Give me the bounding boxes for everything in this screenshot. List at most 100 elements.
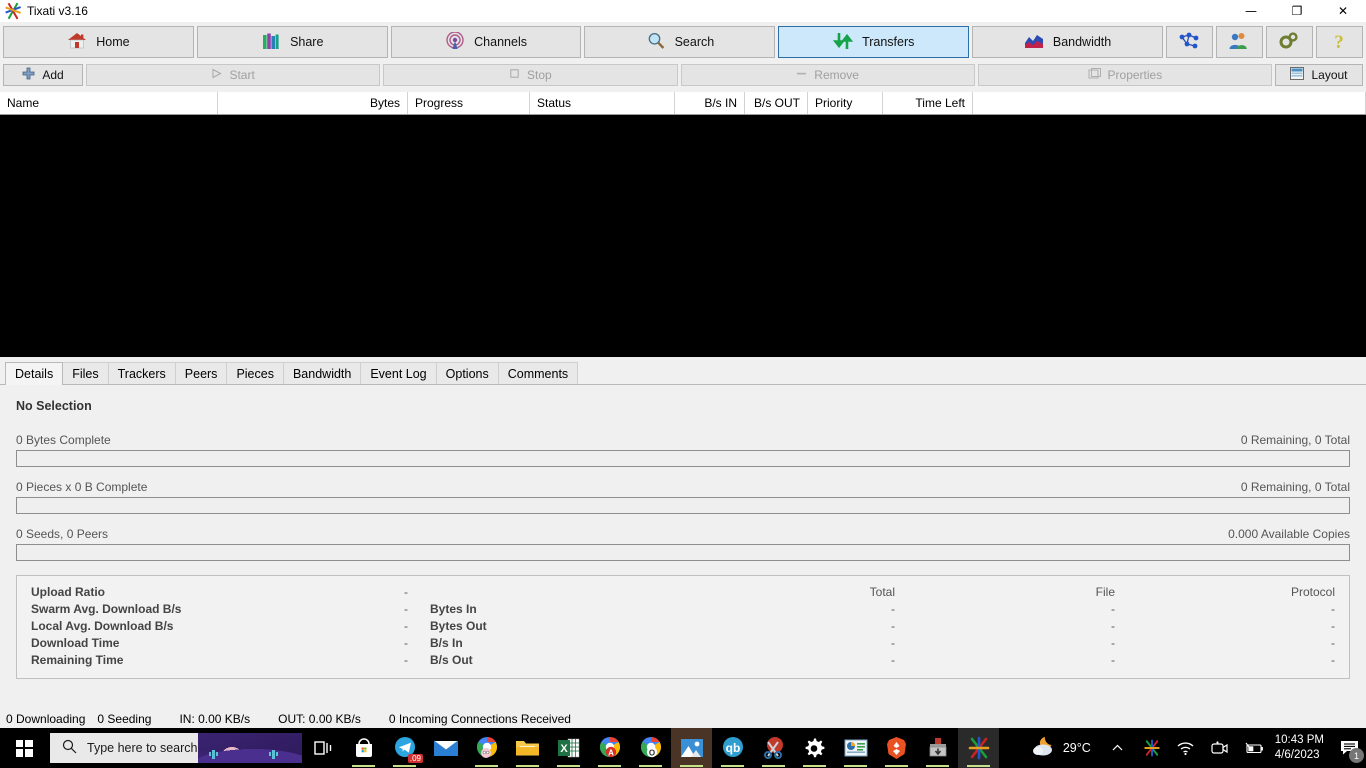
toolbar-button-users[interactable] bbox=[1215, 26, 1263, 58]
notifications-icon[interactable]: 1 bbox=[1332, 728, 1366, 768]
layout-button[interactable]: Layout bbox=[1275, 64, 1363, 86]
toolbar-button-bandwidth[interactable]: Bandwidth bbox=[972, 26, 1163, 58]
svg-text:qb: qb bbox=[725, 741, 740, 755]
toolbar-button-channels[interactable]: Channels bbox=[390, 26, 582, 58]
presentation-icon[interactable] bbox=[835, 728, 876, 768]
wifi-icon[interactable] bbox=[1175, 737, 1197, 759]
toolbar-label-share: Share bbox=[290, 35, 324, 49]
qbittorrent-icon[interactable]: qb bbox=[712, 728, 753, 768]
tixati-icon[interactable] bbox=[958, 728, 999, 768]
properties-button[interactable]: Properties bbox=[977, 64, 1272, 86]
transfer-list-header: Name Bytes Progress Status B/s IN B/s OU… bbox=[0, 92, 1366, 115]
peers-progress-row: 0 Seeds, 0 Peers 0.000 Available Copies bbox=[16, 527, 1350, 561]
file-explorer-icon[interactable] bbox=[507, 728, 548, 768]
toolbar-button-network[interactable] bbox=[1165, 26, 1213, 58]
battery-icon[interactable] bbox=[1243, 737, 1265, 759]
stat-col-protocol: Protocol bbox=[1290, 585, 1335, 599]
download-manager-icon[interactable] bbox=[917, 728, 958, 768]
minimize-button[interactable]: — bbox=[1228, 0, 1274, 22]
start-button[interactable]: Start bbox=[86, 64, 381, 86]
telegram-badge: .09 bbox=[407, 754, 423, 763]
excel-icon[interactable]: X bbox=[548, 728, 589, 768]
statistics-header-row: Total File Protocol bbox=[430, 584, 1335, 601]
tab-event-log[interactable]: Event Log bbox=[360, 362, 437, 384]
share-books-icon bbox=[261, 32, 281, 53]
transfer-list-body[interactable] bbox=[0, 115, 1366, 357]
chevron-up-icon[interactable] bbox=[1107, 737, 1129, 759]
column-header-progress[interactable]: Progress bbox=[408, 92, 530, 114]
toolbar-button-search[interactable]: Search bbox=[584, 26, 776, 58]
stat-file: - bbox=[1111, 653, 1115, 667]
column-header-name[interactable]: Name bbox=[0, 92, 218, 114]
column-header-bs-in[interactable]: B/s IN bbox=[675, 92, 745, 114]
toolbar-button-transfers[interactable]: Transfers bbox=[778, 26, 970, 58]
tab-files[interactable]: Files bbox=[62, 362, 109, 384]
mail-icon[interactable] bbox=[425, 728, 466, 768]
tab-comments[interactable]: Comments bbox=[497, 362, 579, 384]
clock-widget[interactable]: 10:43 PM 4/6/2023 bbox=[1271, 733, 1332, 763]
stat-col-blank bbox=[430, 584, 675, 601]
system-tray: 29°C 10:43 PM 4/6/2023 1 bbox=[1022, 728, 1366, 768]
stat-total: - bbox=[891, 636, 895, 650]
transfers-arrows-icon bbox=[833, 32, 854, 53]
column-header-bytes[interactable]: Bytes bbox=[218, 92, 408, 114]
stat-label: Remaining Time bbox=[31, 653, 124, 667]
tab-peers[interactable]: Peers bbox=[174, 362, 228, 384]
no-selection-heading: No Selection bbox=[16, 399, 92, 413]
tab-label: Event Log bbox=[370, 366, 427, 381]
chrome-a-icon[interactable]: A bbox=[589, 728, 630, 768]
tray-time: 10:43 PM bbox=[1274, 734, 1324, 746]
toolbar-label-home: Home bbox=[96, 35, 130, 49]
tab-options[interactable]: Options bbox=[435, 362, 499, 384]
properties-icon bbox=[1088, 67, 1101, 83]
stat-col-total: Total bbox=[869, 585, 895, 599]
stop-button[interactable]: Stop bbox=[383, 64, 678, 86]
add-button[interactable]: Add bbox=[3, 64, 83, 86]
camera-icon[interactable] bbox=[1209, 737, 1231, 759]
play-icon bbox=[211, 68, 223, 82]
stop-icon bbox=[509, 68, 520, 82]
weather-widget[interactable]: 29°C bbox=[1022, 735, 1101, 762]
toolbar-button-share[interactable]: Share bbox=[196, 26, 388, 58]
svg-text:O: O bbox=[648, 748, 654, 757]
settings-gears-icon bbox=[1278, 31, 1300, 54]
windows-taskbar: Type here to search .09 X A O qb 29°C 10… bbox=[0, 728, 1366, 768]
tab-details[interactable]: Details bbox=[5, 362, 64, 385]
photos-icon[interactable] bbox=[671, 728, 712, 768]
settings-icon[interactable] bbox=[794, 728, 835, 768]
home-icon bbox=[67, 32, 87, 53]
telegram-icon[interactable]: .09 bbox=[384, 728, 425, 768]
windows-start-icon[interactable] bbox=[0, 728, 48, 768]
column-header-priority[interactable]: Priority bbox=[808, 92, 883, 114]
tixati-tray-icon[interactable] bbox=[1141, 737, 1163, 759]
toolbar-button-help[interactable]: ? bbox=[1315, 26, 1363, 58]
tab-trackers[interactable]: Trackers bbox=[107, 362, 176, 384]
microsoft-store-icon[interactable] bbox=[343, 728, 384, 768]
column-header-bs-out[interactable]: B/s OUT bbox=[745, 92, 808, 114]
task-view-icon[interactable] bbox=[302, 728, 343, 768]
bandwidth-graph-icon bbox=[1024, 32, 1044, 53]
stat-protocol: - bbox=[1331, 619, 1335, 633]
search-input[interactable]: Type here to search bbox=[50, 733, 302, 763]
column-header-time-left[interactable]: Time Left bbox=[883, 92, 973, 114]
brave-icon[interactable] bbox=[876, 728, 917, 768]
search-placeholder: Type here to search bbox=[87, 741, 198, 755]
tab-pieces[interactable]: Pieces bbox=[226, 362, 284, 384]
statistics-right-column: Total File Protocol Bytes In - - - Bytes… bbox=[430, 584, 1335, 678]
chrome-profile-icon[interactable] bbox=[466, 728, 507, 768]
toolbar-button-home[interactable]: Home bbox=[3, 26, 194, 58]
maximize-button[interactable]: ❐ bbox=[1274, 0, 1320, 22]
details-pane: No Selection 0 Bytes Complete 0 Remainin… bbox=[0, 385, 1366, 710]
snipping-tool-icon[interactable] bbox=[753, 728, 794, 768]
remove-button[interactable]: Remove bbox=[680, 64, 975, 86]
toolbar-button-settings[interactable] bbox=[1265, 26, 1313, 58]
tab-label: Files bbox=[72, 366, 99, 381]
close-button[interactable]: ✕ bbox=[1320, 0, 1366, 22]
column-header-status[interactable]: Status bbox=[530, 92, 675, 114]
chrome-o-icon[interactable]: O bbox=[630, 728, 671, 768]
window-titlebar: Tixati v3.16 — ❐ ✕ bbox=[0, 0, 1366, 22]
bytes-complete-label: 0 Bytes Complete bbox=[16, 433, 111, 447]
pieces-progress-bar bbox=[16, 497, 1350, 514]
status-out-rate: OUT: 0.00 KB/s bbox=[278, 712, 361, 726]
tab-bandwidth[interactable]: Bandwidth bbox=[282, 362, 362, 384]
